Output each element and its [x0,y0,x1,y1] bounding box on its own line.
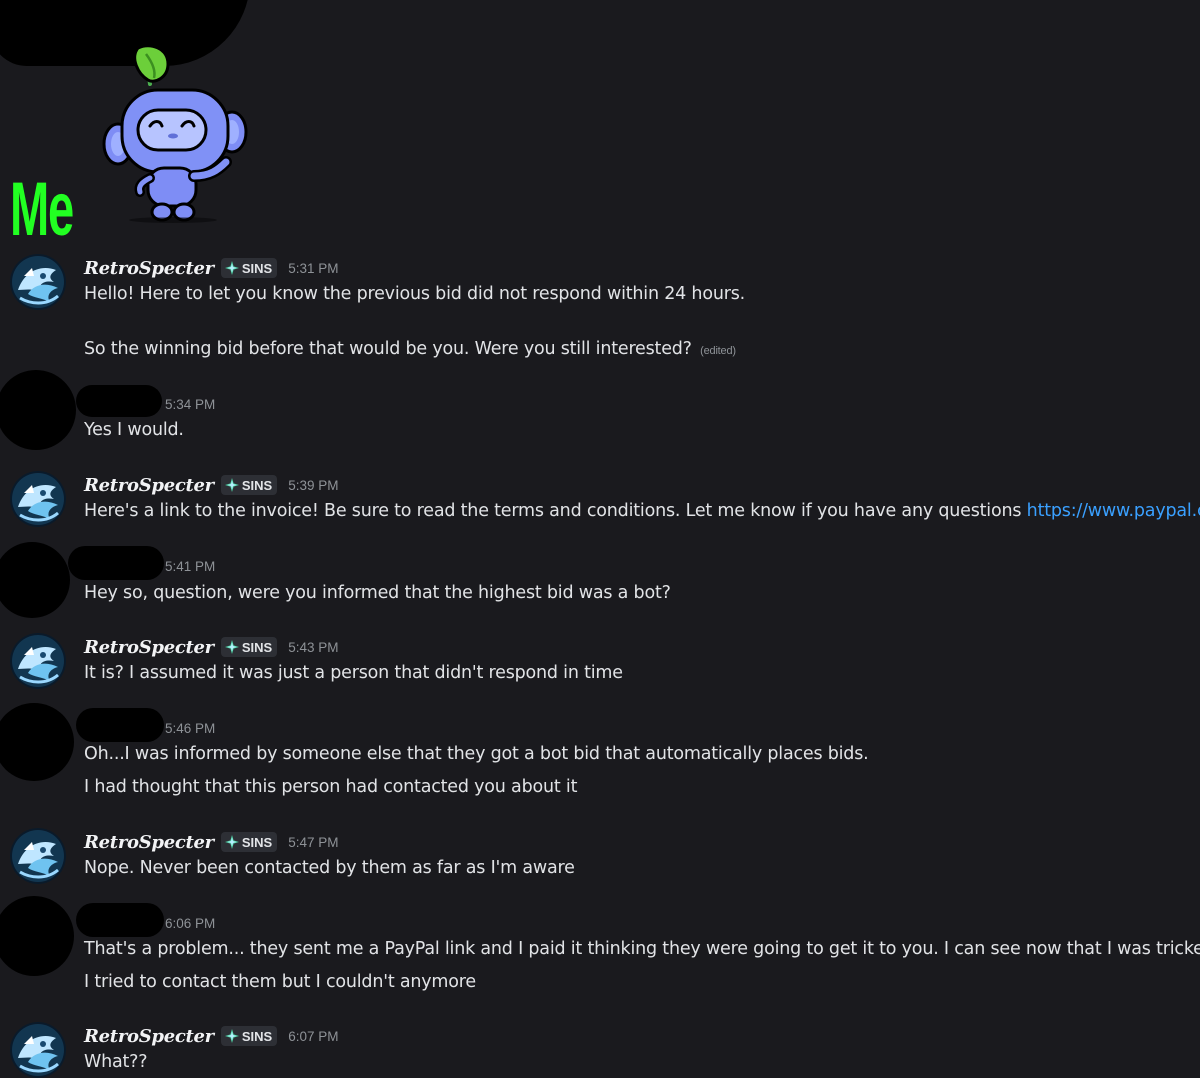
guild-tag[interactable]: SINS [220,637,278,657]
timestamp[interactable]: 5:47 PM [288,835,338,850]
star-tag-icon [224,1029,239,1043]
message-text: Yes I would. [84,420,184,440]
username[interactable]: RetroSpecter [84,258,214,279]
me-label: Me [10,167,74,252]
timestamp[interactable]: 5:39 PM [288,478,338,493]
redacted-username [76,708,164,742]
message-text: Here's a link to the invoice! Be sure to… [84,501,1200,521]
timestamp[interactable]: 5:46 PM [165,721,215,736]
redacted-username [76,903,164,937]
username[interactable]: RetroSpecter [84,475,214,496]
message-header: RetroSpecter SINS 6:07 PM [84,1024,339,1048]
star-tag-icon [224,835,239,849]
message-text: Hello! Here to let you know the previous… [84,284,745,304]
redacted-avatar [0,896,74,976]
message-text: It is? I assumed it was just a person th… [84,663,623,683]
star-tag-icon [224,478,239,492]
timestamp[interactable]: 5:41 PM [165,559,215,574]
timestamp[interactable]: 6:07 PM [288,1029,338,1044]
redacted-username [76,385,162,417]
redacted-username [68,546,164,580]
message-text-content: Here's a link to the invoice! Be sure to… [84,501,1022,521]
message-text: I tried to contact them but I couldn't a… [84,972,476,992]
paypal-link[interactable]: https://www.paypal.com [1027,501,1200,521]
message-header: RetroSpecter SINS 5:39 PM [84,473,339,497]
guild-tag-label: SINS [241,477,273,493]
guild-tag[interactable]: SINS [220,258,278,278]
message-text: So the winning bid before that would be … [84,339,736,359]
redacted-avatar [0,542,70,618]
guild-tag-label: SINS [241,834,273,850]
message-header: RetroSpecter SINS 5:43 PM [84,635,339,659]
message-text: Nope. Never been contacted by them as fa… [84,858,575,878]
message-text: Hey so, question, were you informed that… [84,583,671,603]
message-text: That's a problem... they sent me a PayPa… [84,939,1200,959]
edited-label: (edited) [700,345,736,357]
message-text: I had thought that this person had conta… [84,777,578,797]
username[interactable]: RetroSpecter [84,1026,214,1047]
timestamp[interactable]: 5:31 PM [288,261,338,276]
wumpus-sticker-icon [102,44,248,223]
username[interactable]: RetroSpecter [84,832,214,853]
guild-tag[interactable]: SINS [220,475,278,495]
retrospecter-avatar[interactable] [10,254,66,310]
guild-tag-label: SINS [241,639,273,655]
redacted-avatar [0,370,76,450]
timestamp[interactable]: 6:06 PM [165,916,215,931]
message-text-content: So the winning bid before that would be … [84,339,692,359]
star-tag-icon [224,640,239,654]
retrospecter-avatar[interactable] [10,1022,66,1078]
guild-tag-label: SINS [241,1028,273,1044]
guild-tag[interactable]: SINS [220,832,278,852]
retrospecter-avatar[interactable] [10,633,66,689]
retrospecter-avatar[interactable] [10,471,66,527]
message-text: Oh...I was informed by someone else that… [84,744,869,764]
retrospecter-avatar[interactable] [10,828,66,884]
star-tag-icon [224,261,239,275]
message-text: What?? [84,1052,148,1072]
username[interactable]: RetroSpecter [84,637,214,658]
message-header: RetroSpecter SINS 5:47 PM [84,830,339,854]
redacted-avatar [0,703,74,781]
message-header: RetroSpecter SINS 5:31 PM [84,256,339,280]
timestamp[interactable]: 5:43 PM [288,640,338,655]
timestamp[interactable]: 5:34 PM [165,397,215,412]
guild-tag-label: SINS [241,260,273,276]
guild-tag[interactable]: SINS [220,1026,278,1046]
